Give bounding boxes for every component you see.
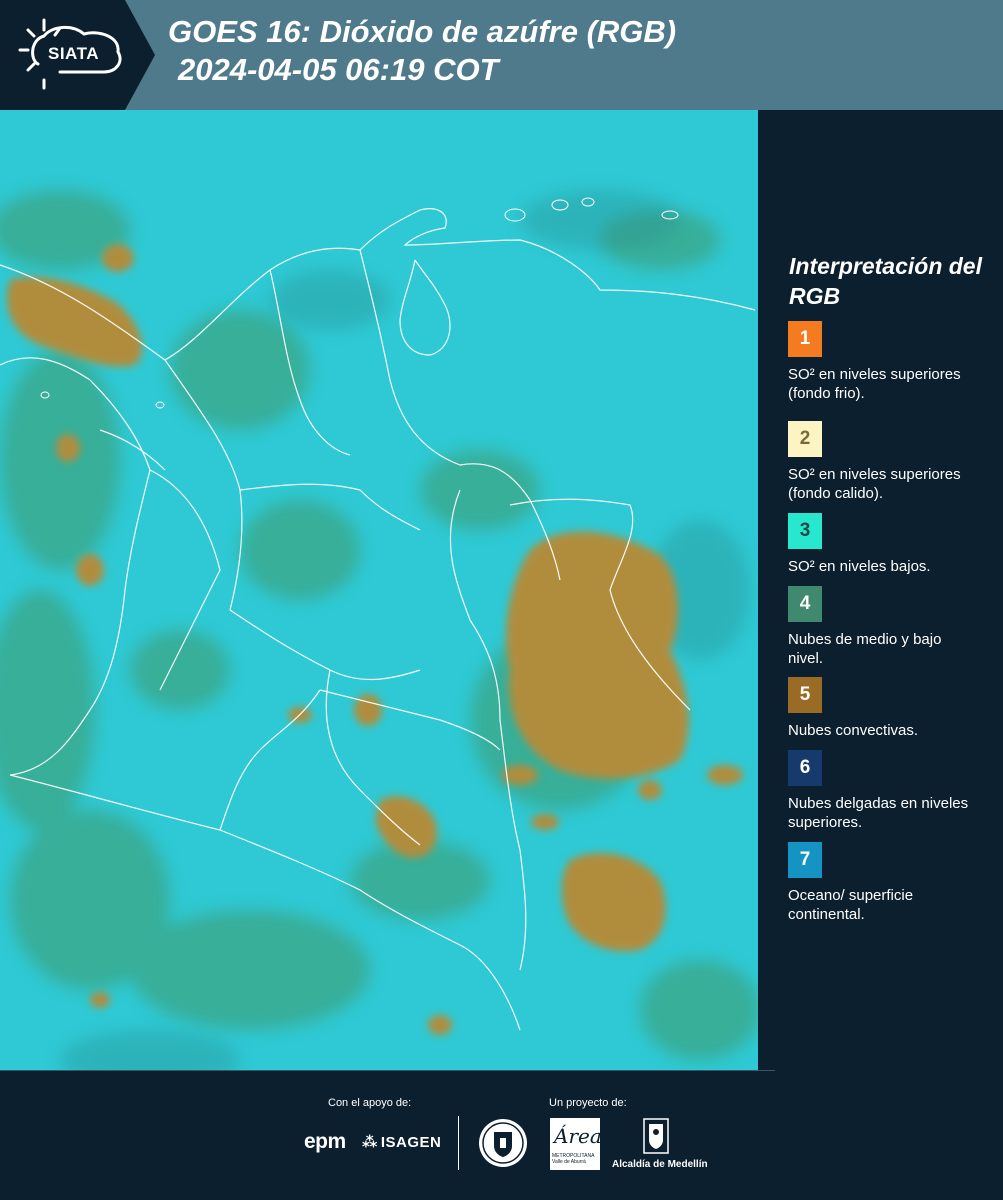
legend-swatch-1: 1 bbox=[788, 321, 822, 357]
legend-item-3: 3 SO² en niveles bajos. bbox=[788, 513, 988, 576]
header: SIATA GOES 16: Dióxido de azúfre (RGB) 2… bbox=[0, 0, 1003, 110]
legend-desc-5: Nubes convectivas. bbox=[788, 722, 919, 739]
area-logo-subtext: METROPOLITANA Valle de Aburrá bbox=[552, 1153, 595, 1165]
legend-desc-3: SO² en niveles bajos. bbox=[788, 558, 931, 575]
page-title: GOES 16: Dióxido de azúfre (RGB) bbox=[168, 14, 677, 49]
legend-desc-4: Nubes de medio y bajo nivel. bbox=[788, 631, 942, 667]
medellin-seal-icon[interactable] bbox=[478, 1118, 528, 1168]
legend-item-1: 1 SO² en niveles superiores (fondo frio)… bbox=[788, 321, 988, 403]
epm-logo[interactable]: epm bbox=[304, 1130, 346, 1154]
legend-item-7: 7 Oceano/ superficie continental. bbox=[788, 842, 988, 924]
legend-item-5: 5 Nubes convectivas. bbox=[788, 677, 988, 740]
legend-desc-2: SO² en niveles superiores (fondo calido)… bbox=[788, 466, 961, 502]
legend-swatch-4: 4 bbox=[788, 586, 822, 622]
map-canvas bbox=[0, 110, 758, 1070]
alcaldia-shield-icon[interactable] bbox=[641, 1118, 671, 1156]
isagen-mark-icon: ⁂ bbox=[362, 1134, 378, 1151]
support-label: Con el apoyo de: bbox=[328, 1097, 412, 1109]
siata-logo[interactable]: SIATA bbox=[0, 0, 155, 110]
logo-text: SIATA bbox=[48, 44, 99, 63]
isagen-logo-text: ISAGEN bbox=[380, 1134, 442, 1151]
legend-swatch-6: 6 bbox=[788, 750, 822, 786]
legend-desc-6: Nubes delgadas en niveles superiores. bbox=[788, 795, 969, 831]
area-logo-text: Área bbox=[554, 1124, 602, 1148]
legend-panel: Interpretación del RGB 1 SO² en niveles … bbox=[760, 110, 1003, 1070]
alcaldia-logo-text: Alcaldía de Medellín bbox=[612, 1159, 708, 1170]
legend-title: Interpretación del RGB bbox=[789, 253, 982, 309]
legend-item-2: 2 SO² en niveles superiores (fondo calid… bbox=[788, 421, 988, 503]
area-metropolitana-logo[interactable]: Área METROPOLITANA Valle de Aburrá bbox=[550, 1118, 602, 1170]
legend-desc-7: Oceano/ superficie continental. bbox=[788, 887, 914, 923]
page-subtitle-date: 2024-04-05 06:19 COT bbox=[178, 52, 499, 87]
isagen-logo[interactable]: ⁂ ISAGEN bbox=[362, 1133, 441, 1151]
legend-swatch-5: 5 bbox=[788, 677, 822, 713]
project-label: Un proyecto de: bbox=[549, 1097, 627, 1109]
legend-swatch-2: 2 bbox=[788, 421, 822, 457]
legend-desc-1: SO² en niveles superiores (fondo frio). bbox=[788, 366, 961, 402]
footer-vertical-divider bbox=[458, 1116, 459, 1170]
legend-swatch-3: 3 bbox=[788, 513, 822, 549]
satellite-map[interactable] bbox=[0, 110, 758, 1070]
footer: Con el apoyo de: Un proyecto de: epm ⁂ IS… bbox=[0, 1070, 1003, 1200]
legend-item-6: 6 Nubes delgadas en niveles superiores. bbox=[788, 750, 988, 832]
footer-divider-line bbox=[0, 1070, 775, 1071]
legend-item-4: 4 Nubes de medio y bajo nivel. bbox=[788, 586, 988, 668]
legend-swatch-7: 7 bbox=[788, 842, 822, 878]
